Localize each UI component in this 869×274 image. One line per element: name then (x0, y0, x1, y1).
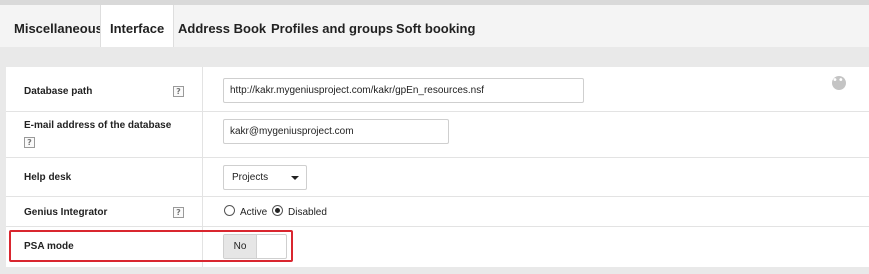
help-desk-selected-value: Projects (232, 172, 269, 183)
help-icon[interactable]: ? (173, 207, 184, 218)
help-icon[interactable]: ? (24, 137, 35, 148)
radio-active-label: Active (240, 207, 268, 218)
radio-disabled[interactable] (272, 205, 283, 216)
database-path-label: Database path (24, 86, 93, 97)
chevron-down-icon (291, 176, 299, 180)
label-cell: Database path ? (6, 67, 203, 111)
row-database-path: Database path ? http://kakr.mygeniusproj… (6, 67, 869, 112)
psa-mode-toggle-value: No (224, 235, 257, 258)
database-path-input[interactable]: http://kakr.mygeniusproject.com/kakr/gpE… (223, 78, 584, 103)
tab-bar: Miscellaneous Interface Address Book Pro… (0, 0, 869, 47)
row-email-database: E-mail address of the database ? kakr@my… (6, 112, 869, 158)
tab-interface[interactable]: Interface (100, 5, 175, 47)
radio-disabled-label: Disabled (288, 207, 327, 218)
tab-miscellaneous[interactable]: Miscellaneous (14, 10, 103, 47)
tab-address-book[interactable]: Address Book (178, 10, 266, 47)
label-cell: E-mail address of the database ? (6, 112, 203, 157)
label-cell: Help desk (6, 158, 203, 196)
tab-soft-booking[interactable]: Soft booking (396, 10, 475, 47)
settings-panel: ••• Database path ? http://kakr.mygenius… (6, 67, 869, 267)
label-cell: Genius Integrator ? (6, 197, 203, 226)
row-psa-mode: PSA mode No (6, 227, 869, 267)
email-database-input[interactable]: kakr@mygeniusproject.com (223, 119, 449, 144)
help-icon[interactable]: ? (173, 86, 184, 97)
psa-mode-label: PSA mode (24, 241, 74, 252)
help-desk-label: Help desk (24, 172, 72, 183)
genius-integrator-label: Genius Integrator (24, 207, 108, 218)
psa-mode-toggle[interactable]: No (223, 234, 287, 259)
email-database-label: E-mail address of the database (24, 120, 172, 131)
label-cell: PSA mode (6, 227, 203, 267)
tab-profiles-and-groups[interactable]: Profiles and groups (271, 10, 393, 47)
row-genius-integrator: Genius Integrator ? Active Disabled (6, 197, 869, 227)
radio-active[interactable] (224, 205, 235, 216)
help-desk-select[interactable]: Projects (223, 165, 307, 190)
row-help-desk: Help desk Projects (6, 158, 869, 197)
